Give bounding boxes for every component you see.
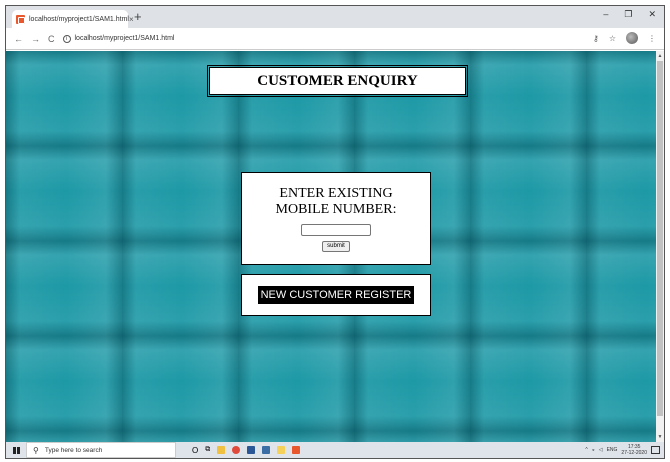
mobile-number-input[interactable] [301,224,371,236]
file-explorer-icon[interactable] [217,446,226,454]
reload-icon[interactable]: C [48,34,55,44]
tab-active[interactable]: localhost/myproject1/SAM1.html × [12,10,134,28]
clock[interactable]: 17:35 27-12-2020 [621,444,647,456]
key-icon[interactable]: ⚷ [593,34,599,43]
start-button[interactable] [6,442,26,458]
submit-button[interactable]: submit [322,241,350,252]
register-box: NEW CUSTOMER REGISTER [241,274,431,316]
scroll-thumb[interactable] [657,61,663,416]
mobile-number-label: ENTER EXISTING MOBILE NUMBER: [275,186,397,217]
taskbar-search[interactable]: ⚲ Type here to search [26,442,176,458]
site-info-icon[interactable]: i [62,34,71,43]
xampp-icon[interactable] [292,446,301,454]
volume-icon[interactable]: ◁ [599,447,603,453]
scroll-down-icon[interactable]: ▼ [657,434,663,440]
clock-date: 27-12-2020 [621,450,647,456]
system-tray: ^ ◒ ◁ ENG 17:35 27-12-2020 [585,442,660,458]
page-viewport: CUSTOMER ENQUIRY ENTER EXISTING MOBILE N… [6,51,656,442]
tab-close-icon[interactable]: × [129,15,134,24]
url-text: localhost/myproject1/SAM1.html [74,35,175,42]
back-icon[interactable]: ← [14,34,23,44]
maximize-button[interactable]: ❐ [624,9,632,20]
taskbar-apps: O ⧉ [192,446,301,455]
vertical-scrollbar[interactable]: ▲ ▼ [656,51,664,442]
header-box: CUSTOMER ENQUIRY [207,65,468,97]
address-bar[interactable]: i localhost/myproject1/SAM1.html [62,31,615,46]
lang-indicator[interactable]: ENG [607,447,618,453]
cortana-icon[interactable]: O [192,446,198,455]
photos-icon[interactable] [262,446,271,454]
new-tab-button[interactable]: + [134,10,142,24]
network-icon[interactable]: ◒ [592,447,595,453]
scroll-up-icon[interactable]: ▲ [657,53,663,59]
word-icon[interactable] [247,446,256,454]
search-placeholder: Type here to search [44,446,103,454]
tab-title: localhost/myproject1/SAM1.html [29,15,129,23]
chrome-icon[interactable] [232,446,241,454]
notification-icon[interactable] [651,446,660,454]
page-title: CUSTOMER ENQUIRY [257,72,418,89]
profile-avatar[interactable] [626,32,638,44]
window-controls: – ❐ ✕ [603,9,656,20]
search-icon: ⚲ [33,445,39,455]
page-favicon-icon [16,14,25,24]
task-view-icon[interactable]: ⧉ [205,446,210,454]
browser-window: localhost/myproject1/SAM1.html × + – ❐ ✕… [5,5,665,459]
star-icon[interactable]: ☆ [609,34,616,43]
minimize-button[interactable]: – [603,9,608,20]
windows-taskbar: ⚲ Type here to search O ⧉ ^ ◒ ◁ ENG 17:3… [6,442,664,458]
close-button[interactable]: ✕ [648,9,656,20]
toolbar-right: ⚷ ☆ ⋮ [593,32,656,44]
browser-toolbar: ← → C i localhost/myproject1/SAM1.html ⚷… [6,28,664,50]
windows-logo-icon [12,446,20,454]
menu-kebab-icon[interactable]: ⋮ [648,34,656,43]
forward-icon[interactable]: → [31,34,40,44]
tray-chevron-icon[interactable]: ^ [585,447,587,453]
new-customer-register-button[interactable]: NEW CUSTOMER REGISTER [257,286,415,304]
enquiry-form: ENTER EXISTING MOBILE NUMBER: submit [241,172,431,265]
notes-icon[interactable] [277,446,286,454]
tab-strip: localhost/myproject1/SAM1.html × + – ❐ ✕ [6,6,664,28]
